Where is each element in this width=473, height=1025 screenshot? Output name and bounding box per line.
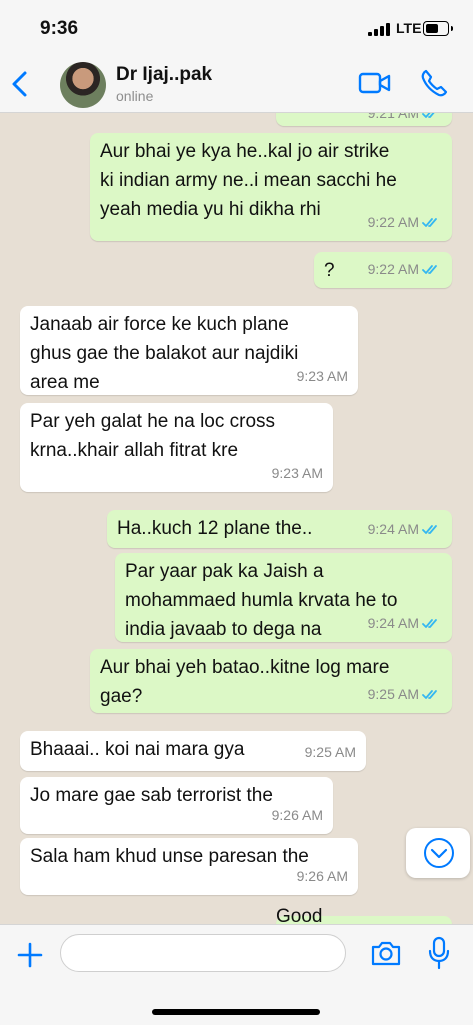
message-timestamp: 9:23 AM	[271, 465, 323, 481]
message-line: ki indian army ne..i mean sacchi he	[100, 170, 397, 191]
phone-call-icon[interactable]	[420, 68, 448, 98]
outgoing-message[interactable]: Par yaar pak ka Jaish a mohammaed humla k…	[115, 553, 452, 642]
incoming-message[interactable]: Sala ham khud unse paresan the 9:26 AM	[20, 838, 358, 895]
read-ticks-icon	[422, 619, 437, 628]
outgoing-message[interactable]: Aur bhai yeh batao..kitne log mare gae? 9:…	[90, 649, 452, 713]
incoming-message[interactable]: Bhaaai.. koi nai mara gya 9:25 AM	[20, 731, 366, 771]
read-ticks-icon	[422, 525, 437, 534]
read-ticks-icon	[422, 218, 437, 227]
status-time: 9:36	[40, 18, 79, 39]
message-line: Jo mare gae sab terrorist the	[30, 785, 273, 806]
message-timestamp: 9:26 AM	[296, 868, 348, 884]
microphone-icon[interactable]	[428, 936, 450, 970]
signal-icon	[368, 22, 390, 36]
message-line: Bhaaai.. koi nai mara gya	[30, 739, 245, 760]
message-line: gae?	[100, 686, 143, 707]
message-text: Aur bhai yeh batao..kitne log mare gae?	[100, 653, 389, 711]
message-timestamp: 9:25 AM	[368, 680, 442, 709]
message-text: Jo mare gae sab terrorist the	[30, 781, 273, 810]
scroll-down-button[interactable]	[406, 828, 470, 878]
message-line: ?	[324, 260, 335, 281]
message-timestamp: 9:24 AM	[368, 515, 442, 544]
status-bar: 9:36 LTE	[0, 0, 473, 58]
chat-header: Dr Ijaj..pak online	[0, 58, 473, 113]
message-line: ghus gae the balakot aur najdiki	[30, 343, 299, 364]
message-line: mohammaed humla krvata he to	[125, 590, 398, 611]
message-line: Janaab air force ke kuch plane	[30, 314, 289, 335]
outgoing-message[interactable]: Good	[276, 906, 452, 924]
message-line: krna..khair allah fitrat kre	[30, 440, 239, 461]
incoming-message[interactable]: Jo mare gae sab terrorist the 9:26 AM	[20, 777, 333, 834]
battery-icon	[423, 21, 453, 36]
message-timestamp: 9:26 AM	[271, 807, 323, 823]
chat-area[interactable]: Good 9:21 AM Aur bhai ye kya he..kal jo ai…	[0, 113, 473, 924]
message-line: Aur bhai ye kya he..kal jo air strike	[100, 141, 390, 162]
message-line: Par yeh galat he na loc cross	[30, 411, 276, 432]
message-line: india javaab to dega na	[125, 619, 322, 640]
message-line: Sala ham khud unse paresan the	[30, 846, 309, 867]
message-line: Ha..kuch 12 plane the..	[117, 518, 313, 539]
message-text: Sala ham khud unse paresan the	[30, 842, 309, 871]
read-ticks-icon	[422, 113, 435, 118]
avatar[interactable]	[60, 62, 106, 108]
message-line: Good	[276, 113, 322, 115]
message-text: Bhaaai.. koi nai mara gya	[30, 735, 244, 764]
contact-name[interactable]: Dr Ijaj..pak	[116, 64, 212, 86]
plus-icon[interactable]	[16, 941, 44, 969]
read-ticks-icon	[422, 690, 437, 699]
incoming-message[interactable]: Janaab air force ke kuch plane ghus gae t…	[20, 306, 358, 395]
message-text: Par yeh galat he na loc cross krna..khair…	[30, 407, 275, 465]
message-text: Good	[276, 113, 322, 115]
message-line: area me	[30, 372, 100, 393]
camera-icon[interactable]	[370, 938, 402, 968]
message-text: Par yaar pak ka Jaish a mohammaed humla k…	[125, 557, 397, 644]
message-line: yeah media yu hi dikha rhi	[100, 199, 321, 220]
outgoing-message[interactable]: Aur bhai ye kya he..kal jo air strike ki …	[90, 133, 452, 241]
message-input[interactable]	[60, 934, 346, 972]
back-chevron-icon[interactable]	[8, 66, 32, 102]
message-text: Aur bhai ye kya he..kal jo air strike ki …	[100, 137, 397, 224]
message-timestamp: 9:22 AM	[368, 255, 442, 284]
outgoing-message[interactable]: Good 9:21 AM	[276, 113, 452, 126]
message-text: Janaab air force ke kuch plane ghus gae t…	[30, 310, 298, 397]
message-text: ?	[324, 256, 335, 285]
composer-bar	[0, 924, 473, 1025]
incoming-message[interactable]: Par yeh galat he na loc cross krna..khair…	[20, 403, 333, 492]
outgoing-message[interactable]: Ha..kuch 12 plane the.. 9:24 AM	[107, 510, 452, 548]
message-timestamp: 9:25 AM	[304, 744, 356, 760]
message-timestamp: 9:24 AM	[368, 609, 442, 638]
message-line: Good	[276, 906, 323, 924]
outgoing-message[interactable]: ? 9:22 AM	[314, 252, 452, 288]
video-call-icon[interactable]	[358, 70, 392, 96]
message-text: Ha..kuch 12 plane the..	[117, 514, 312, 543]
home-indicator	[152, 1009, 320, 1015]
network-type: LTE	[396, 20, 422, 36]
read-ticks-icon	[422, 265, 437, 274]
message-line: Par yaar pak ka Jaish a	[125, 561, 324, 582]
message-timestamp: 9:22 AM	[368, 208, 442, 237]
message-text: Good	[276, 902, 322, 924]
message-timestamp: 9:23 AM	[296, 368, 348, 384]
message-line: Aur bhai yeh batao..kitne log mare	[100, 657, 390, 678]
contact-status: online	[116, 88, 154, 104]
chevron-down-circle-icon	[424, 838, 454, 868]
message-timestamp: 9:21 AM	[368, 113, 442, 128]
